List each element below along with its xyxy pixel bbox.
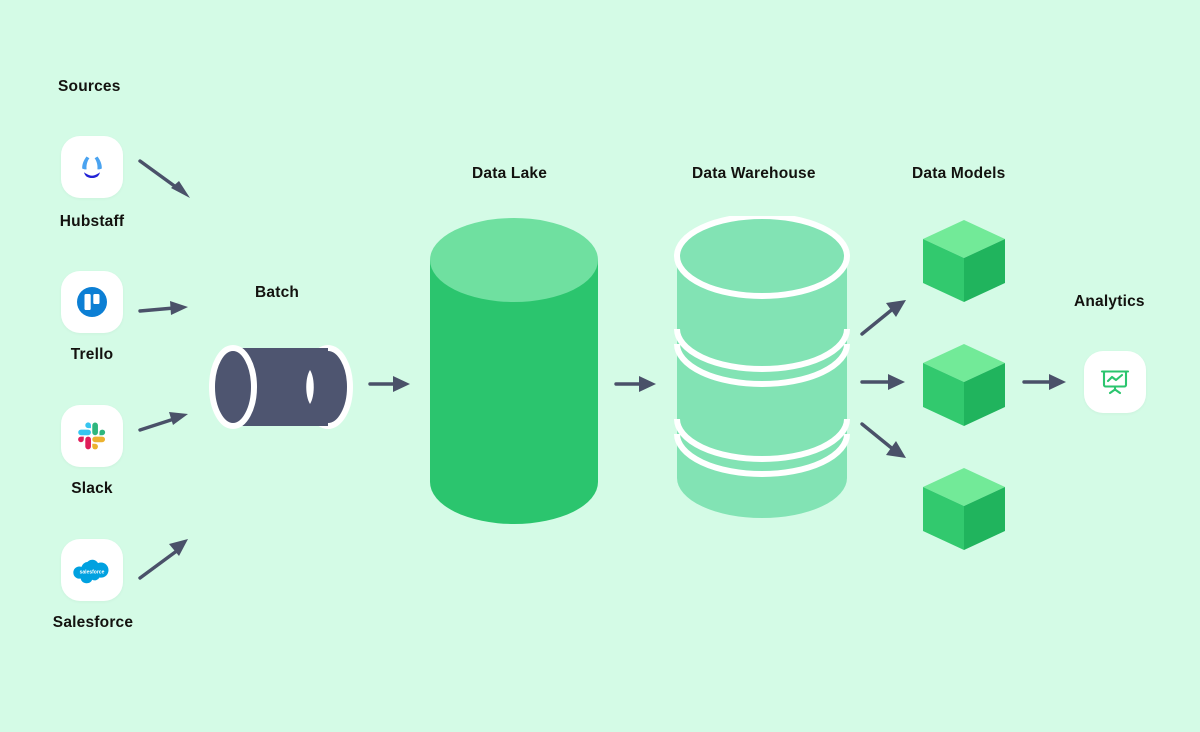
source-label-trello: Trello: [70, 346, 114, 363]
slack-icon: [78, 422, 106, 450]
arrow-warehouse-to-model-bottom: [860, 422, 906, 458]
pipeline-diagram: Sources Hubstaff Trello Slack salesforce…: [0, 0, 1200, 732]
data-lake-cylinder: [430, 218, 598, 524]
arrow-hubstaff-to-batch: [138, 159, 190, 198]
arrow-salesforce-to-batch: [138, 539, 188, 580]
source-tile-slack[interactable]: [61, 405, 123, 467]
arrow-warehouse-to-model-top: [860, 300, 906, 336]
source-tile-hubstaff[interactable]: [61, 136, 123, 198]
source-tile-trello[interactable]: [61, 271, 123, 333]
data-warehouse-label: Data Warehouse: [692, 165, 816, 182]
data-model-cube-middle: [923, 344, 1005, 426]
arrow-trello-to-batch: [138, 301, 188, 315]
analytics-label: Analytics: [1074, 293, 1145, 310]
arrow-slack-to-batch: [138, 412, 188, 432]
source-label-hubstaff: Hubstaff: [59, 213, 125, 230]
data-lake-label: Data Lake: [472, 165, 548, 182]
sources-section-label: Sources: [58, 78, 121, 95]
analytics-tile[interactable]: [1084, 351, 1146, 413]
data-warehouse-cylinder: [674, 216, 850, 518]
arrow-data-lake-to-data-warehouse: [614, 376, 656, 392]
source-tile-salesforce[interactable]: salesforce: [61, 539, 123, 601]
arrow-data-models-to-analytics: [1022, 374, 1066, 390]
data-model-cube-bottom: [923, 468, 1005, 550]
trello-icon: [77, 287, 107, 317]
source-label-salesforce: Salesforce: [52, 614, 134, 631]
arrow-warehouse-to-model-middle: [860, 374, 905, 390]
batch-label: Batch: [255, 284, 300, 301]
source-label-slack: Slack: [71, 480, 113, 497]
arrow-batch-to-data-lake: [368, 376, 410, 392]
data-model-cube-top: [923, 220, 1005, 302]
hubstaff-icon: [82, 156, 102, 178]
presentation-chart-icon: [1100, 370, 1130, 395]
svg-text:salesforce: salesforce: [80, 569, 105, 575]
data-models-label: Data Models: [912, 165, 1006, 182]
batch-cylinder: [209, 345, 353, 429]
salesforce-icon: salesforce: [73, 559, 109, 584]
